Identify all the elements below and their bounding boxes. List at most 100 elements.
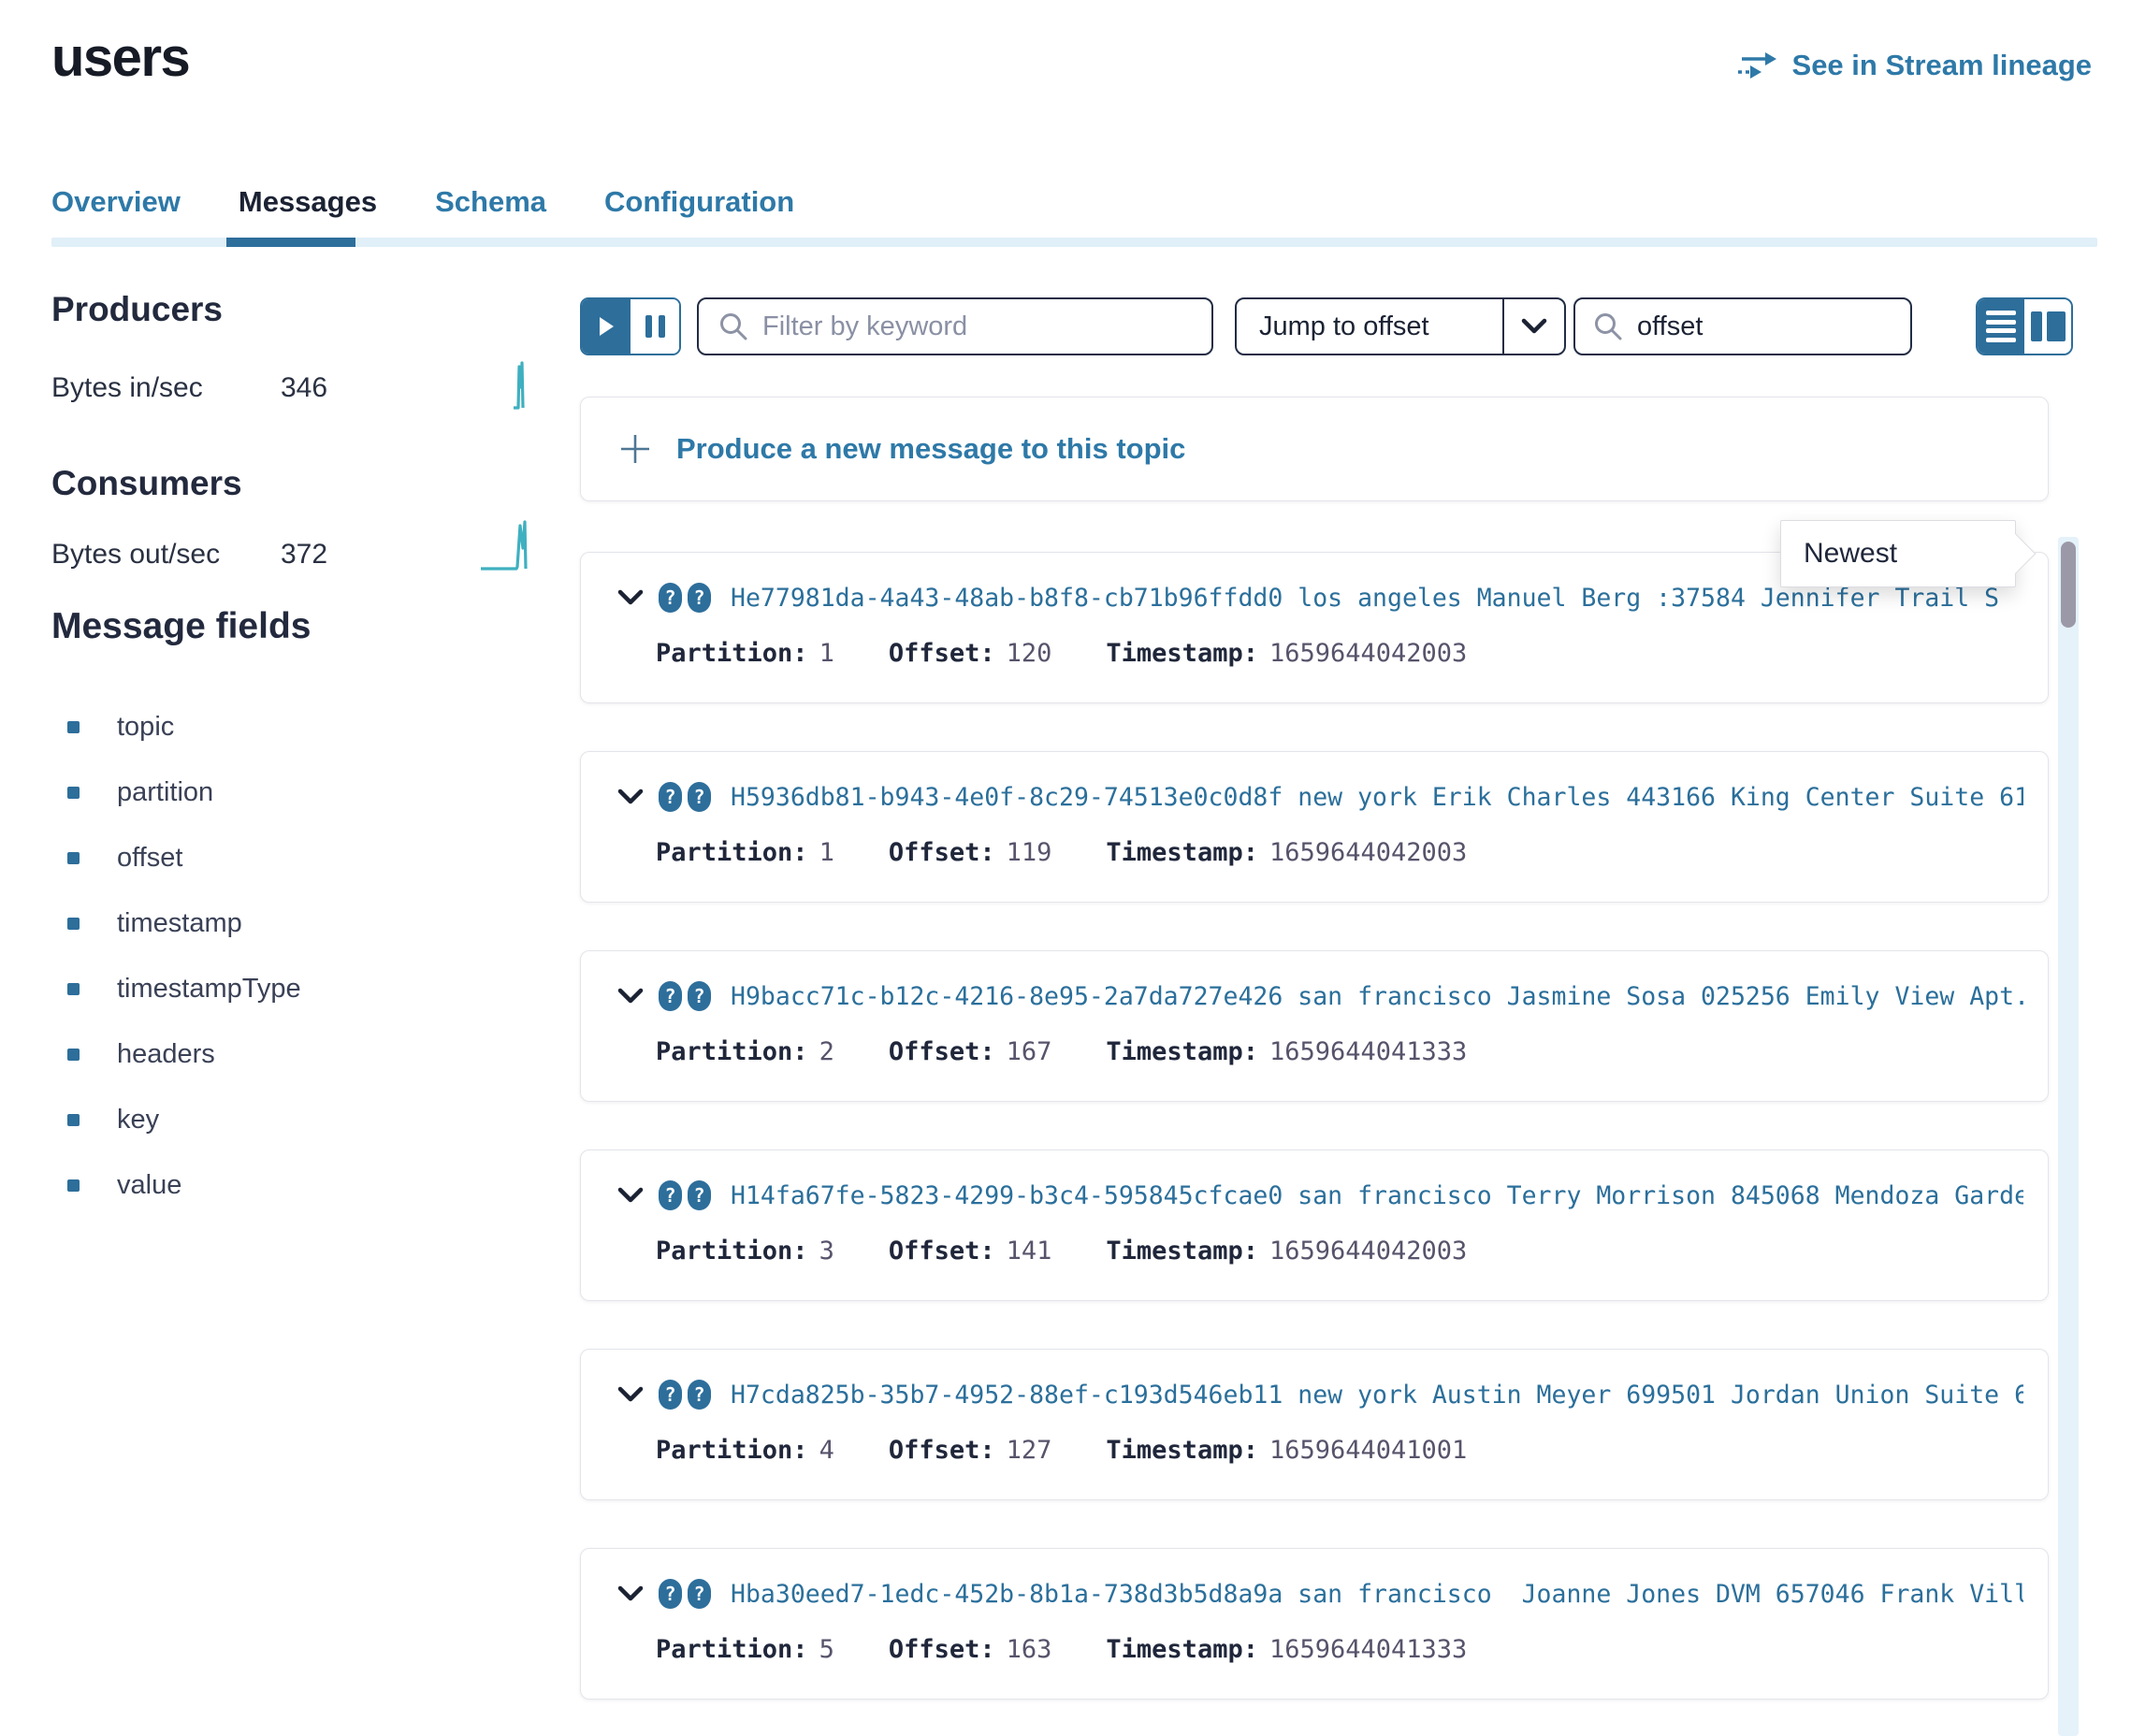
search-icon <box>718 311 749 342</box>
select-chevron-area[interactable] <box>1502 299 1564 354</box>
partition-meta: Partition:4 <box>656 1436 834 1465</box>
message-row[interactable]: ? ? H5936db81-b943-4e0f-8c29-74513e0c0d8… <box>580 751 2049 903</box>
square-bullet-icon <box>67 721 80 733</box>
list-item: value <box>67 1152 301 1218</box>
square-bullet-icon <box>67 852 80 864</box>
list-item: topic <box>67 694 301 760</box>
columns-view-button[interactable] <box>2024 299 2071 354</box>
value-format-icon: ? <box>688 583 711 613</box>
message-row[interactable]: ? ? H9bacc71c-b12c-4216-8e95-2a7da727e42… <box>580 950 2049 1102</box>
message-row[interactable]: ? ? H7cda825b-35b7-4952-88ef-c193d546eb1… <box>580 1349 2049 1500</box>
message-row[interactable]: ? ? Hba30eed7-1edc-452b-8b1a-738d3b5d8a9… <box>580 1548 2049 1700</box>
list-item: key <box>67 1087 301 1152</box>
stream-lineage-link[interactable]: See in Stream lineage <box>1736 49 2092 82</box>
bytes-out-label: Bytes out/sec <box>51 539 220 571</box>
columns-view-icon <box>2031 311 2042 341</box>
value-format-icon: ? <box>688 1579 711 1609</box>
tab-bar: Overview Messages Schema Configuration <box>51 185 794 219</box>
timestamp-meta: Timestamp:1659644041333 <box>1106 1635 1467 1664</box>
message-summary: Hba30eed7-1edc-452b-8b1a-738d3b5d8a9a sa… <box>731 1580 2023 1609</box>
square-bullet-icon <box>67 918 80 930</box>
value-format-icon: ? <box>688 1180 711 1210</box>
message-row[interactable]: ? ? H14fa67fe-5823-4299-b3c4-595845cfcae… <box>580 1150 2049 1301</box>
expand-chevron-icon[interactable] <box>616 987 645 1005</box>
timestamp-meta: Timestamp:1659644042003 <box>1106 838 1467 867</box>
newest-tooltip-label: Newest <box>1804 538 1897 570</box>
jump-to-offset-select[interactable]: Jump to offset <box>1235 297 1566 355</box>
timestamp-meta: Timestamp:1659644042003 <box>1106 639 1467 668</box>
offset-meta: Offset:120 <box>889 639 1052 668</box>
search-icon <box>1592 311 1624 342</box>
message-summary: He77981da-4a43-48ab-b8f8-cb71b96ffdd0 lo… <box>731 584 2023 613</box>
partition-meta: Partition:2 <box>656 1037 834 1066</box>
bytes-out-value: 372 <box>281 539 327 571</box>
list-view-button[interactable] <box>1978 299 2024 354</box>
messages-scrollbar-thumb[interactable] <box>2061 542 2076 628</box>
offset-meta: Offset:163 <box>889 1635 1052 1664</box>
expand-chevron-icon[interactable] <box>616 588 645 607</box>
produce-message-button[interactable]: Produce a new message to this topic <box>580 397 2049 501</box>
tab-messages[interactable]: Messages <box>239 185 377 219</box>
tab-underline-active <box>226 238 355 247</box>
message-summary: H14fa67fe-5823-4299-b3c4-595845cfcae0 sa… <box>731 1181 2023 1210</box>
pause-button[interactable] <box>631 299 679 354</box>
bytes-in-sparkline <box>511 359 529 416</box>
list-view-icon <box>1986 311 2016 315</box>
play-button[interactable] <box>582 299 631 354</box>
value-format-icon: ? <box>688 981 711 1011</box>
offset-meta: Offset:141 <box>889 1237 1052 1266</box>
timestamp-meta: Timestamp:1659644041333 <box>1106 1037 1467 1066</box>
consumers-heading: Consumers <box>51 464 242 503</box>
message-summary: H5936db81-b943-4e0f-8c29-74513e0c0d8f ne… <box>731 783 2023 812</box>
partition-meta: Partition:3 <box>656 1237 834 1266</box>
tab-configuration[interactable]: Configuration <box>604 185 794 219</box>
list-item: offset <box>67 825 301 890</box>
chevron-down-icon <box>1521 318 1547 335</box>
key-format-icon: ? <box>659 583 682 613</box>
expand-chevron-icon[interactable] <box>616 1584 645 1603</box>
offset-search-input[interactable] <box>1637 311 1893 342</box>
expand-chevron-icon[interactable] <box>616 788 645 806</box>
tab-underline-track <box>51 238 2097 247</box>
list-item: headers <box>67 1021 301 1087</box>
pause-icon <box>659 315 665 338</box>
offset-meta: Offset:119 <box>889 838 1052 867</box>
list-view-icon <box>1986 320 2016 325</box>
bytes-out-sparkline <box>479 516 537 577</box>
messages-scrollbar-track[interactable] <box>2058 537 2079 1736</box>
bytes-in-label: Bytes in/sec <box>51 372 203 404</box>
partition-meta: Partition:5 <box>656 1635 834 1664</box>
page-title: users <box>51 26 189 89</box>
tab-overview[interactable]: Overview <box>51 185 181 219</box>
expand-chevron-icon[interactable] <box>616 1385 645 1404</box>
list-item: timestamp <box>67 890 301 956</box>
keyword-filter-input[interactable] <box>762 311 1193 342</box>
message-summary: H7cda825b-35b7-4952-88ef-c193d546eb11 ne… <box>731 1381 2023 1410</box>
key-format-icon: ? <box>659 981 682 1011</box>
message-fields-list: topic partition offset timestamp timesta… <box>67 694 301 1218</box>
key-format-icon: ? <box>659 782 682 812</box>
view-mode-toggle <box>1976 297 2073 355</box>
plus-icon <box>616 430 654 468</box>
key-format-icon: ? <box>659 1380 682 1410</box>
expand-chevron-icon[interactable] <box>616 1186 645 1205</box>
jump-to-offset-label: Jump to offset <box>1237 299 1502 354</box>
produce-message-label: Produce a new message to this topic <box>676 432 1185 466</box>
dashed-arrow-right-icon <box>1736 51 1779 80</box>
columns-view-icon <box>2047 311 2066 341</box>
keyword-filter <box>697 297 1213 355</box>
key-format-icon: ? <box>659 1180 682 1210</box>
tab-schema[interactable]: Schema <box>435 185 546 219</box>
key-format-icon: ? <box>659 1579 682 1609</box>
timestamp-meta: Timestamp:1659644042003 <box>1106 1237 1467 1266</box>
offset-search <box>1573 297 1912 355</box>
partition-meta: Partition:1 <box>656 838 834 867</box>
topic-page: users See in Stream lineage Overview Mes… <box>0 0 2131 1736</box>
square-bullet-icon <box>67 983 80 995</box>
square-bullet-icon <box>67 1049 80 1061</box>
square-bullet-icon <box>67 787 80 799</box>
offset-meta: Offset:167 <box>889 1037 1052 1066</box>
bytes-in-value: 346 <box>281 372 327 404</box>
live-consume-toggle <box>580 297 681 355</box>
producers-heading: Producers <box>51 290 223 329</box>
